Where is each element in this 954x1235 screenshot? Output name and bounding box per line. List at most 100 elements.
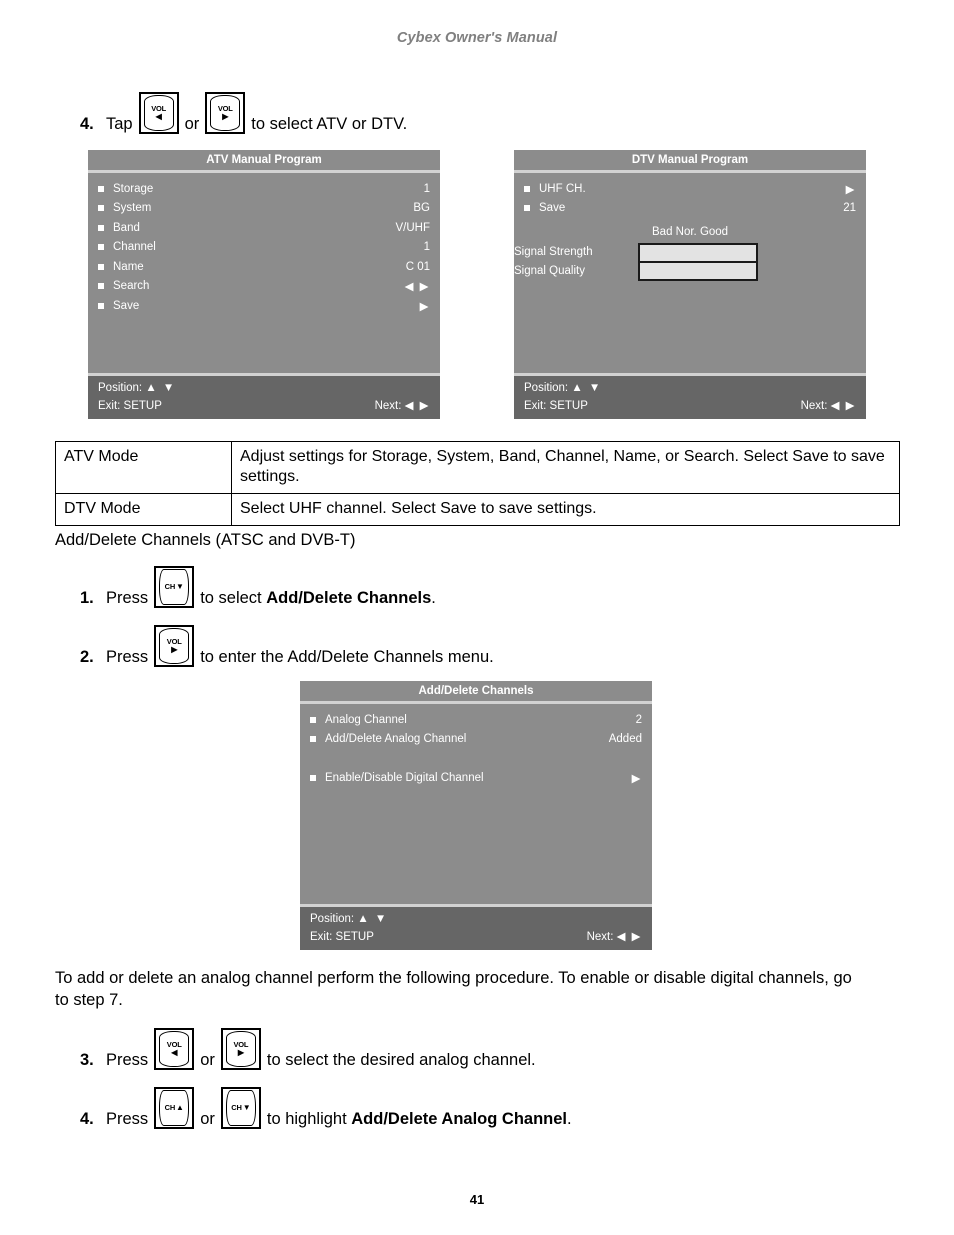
atv-row-storage[interactable]: Storage 1 — [98, 179, 430, 199]
addel-row-spacer — [310, 749, 642, 769]
dtv-mode-key: DTV Mode — [55, 493, 232, 526]
dtv-footer-next-label: Next: — [800, 400, 828, 412]
step-text-post: to enter the Add/Delete Channels menu. — [200, 648, 494, 666]
ch-down-arrow-icon: ▼ — [176, 582, 184, 591]
add-delete-channels-panel: Add/Delete Channels Analog Channel 2 Add… — [300, 681, 652, 950]
addel-footer-exit: Exit: SETUP — [310, 931, 374, 943]
vol-right-arrow-icon: ▶ — [222, 112, 229, 122]
dtv-footer-next: Next: ◀ ▶ — [801, 397, 856, 415]
atv-row-label: Band — [113, 221, 140, 234]
dtv-footer-position-label: Position: — [524, 382, 569, 394]
step-4-bottom: 4. Press CH ▲ or CH ▼ to highlight Add/D… — [80, 1087, 572, 1130]
dtv-panel-title: DTV Manual Program — [514, 150, 866, 170]
atv-panel-body: Storage 1 System BG Band V/UHF Channel 1… — [88, 173, 440, 373]
bullet-icon — [524, 205, 530, 212]
atv-row-value: V/UHF — [395, 221, 431, 234]
table-row: DTV Mode Select UHF channel. Select Save… — [55, 493, 900, 526]
atv-panel-footer: Position: ▲ ▼ Exit: SETUP Next: ◀ ▶ — [88, 376, 440, 419]
bullet-icon — [310, 716, 316, 723]
atv-row-search[interactable]: Search ◀ ▶ — [98, 277, 430, 297]
ch-down-key-label: CH — [164, 582, 176, 592]
dtv-row-value: 21 — [843, 202, 856, 215]
step-text-pre: Press — [106, 648, 149, 666]
dtv-panel-body: UHF CH. ▶ Save 21 Bad Nor. Good Signal S… — [514, 173, 866, 373]
vol-right-arrow-icon: ▶ — [171, 645, 178, 655]
step-number: 1. — [80, 589, 94, 607]
vol-right-key-icon: VOL ▶ — [205, 92, 246, 134]
bullet-icon — [98, 263, 104, 270]
step-text-bold: Add/Delete Analog Channel — [351, 1110, 568, 1128]
bullet-icon — [98, 185, 104, 192]
step-text-tail: . — [431, 589, 436, 607]
atv-row-label: Storage — [113, 182, 154, 195]
addel-row-label: Analog Channel — [325, 713, 407, 726]
step-1: 1. Press CH ▼ to select Add/Delete Chann… — [80, 566, 436, 609]
step-text-pre: Press — [106, 1051, 149, 1069]
step-text-mid: or — [200, 1051, 215, 1069]
vol-left-key-label: VOL — [151, 103, 167, 113]
step-text-post: to highlight Add/Delete Analog Channel. — [261, 1110, 572, 1130]
atv-row-label: Save — [113, 299, 140, 312]
atv-footer-position: Position: ▲ ▼ — [98, 379, 176, 397]
signal-quality-bar — [638, 262, 758, 281]
dtv-row-label: UHF CH. — [539, 182, 586, 195]
atv-row-value: ▶ — [419, 300, 430, 313]
atv-row-label: Channel — [113, 241, 156, 254]
running-head: Cybex Owner's Manual — [396, 30, 558, 46]
bullet-icon — [98, 302, 104, 309]
vol-right-key-label: VOL — [166, 636, 182, 646]
step-2: 2. Press VOL ▶ to enter the Add/Delete C… — [80, 625, 494, 668]
ch-up-arrow-icon: ▲ — [176, 1103, 184, 1112]
dtv-row-save[interactable]: Save 21 — [524, 199, 856, 219]
atv-row-save[interactable]: Save ▶ — [98, 296, 430, 316]
vol-right-key-label: VOL — [233, 1039, 249, 1049]
step-text-post: to select the desired analog channel. — [266, 1051, 536, 1069]
addel-row-add-delete-analog[interactable]: Add/Delete Analog Channel Added — [310, 730, 642, 750]
step-number: 3. — [80, 1051, 94, 1069]
vol-left-arrow-icon: ◀ — [155, 112, 162, 122]
bullet-icon — [98, 224, 104, 231]
addel-row-enable-disable-digital[interactable]: Enable/Disable Digital Channel ▶ — [310, 769, 642, 789]
bullet-icon — [98, 205, 104, 212]
updown-arrows-icon: ▲ ▼ — [357, 913, 388, 925]
ch-down-key-label: CH — [231, 1103, 242, 1113]
atv-row-value: BG — [413, 202, 430, 215]
atv-row-channel[interactable]: Channel 1 — [98, 238, 430, 258]
step-text-pre: Press — [106, 1110, 149, 1128]
addel-row-analog-channel[interactable]: Analog Channel 2 — [310, 710, 642, 730]
updown-arrows-icon: ▲ ▼ — [145, 382, 176, 394]
addel-panel-title: Add/Delete Channels — [300, 681, 652, 701]
atv-mode-desc: Adjust settings for Storage, System, Ban… — [231, 441, 900, 494]
leftright-arrows-icon: ◀ ▶ — [830, 400, 856, 412]
page-number: 41 — [469, 1192, 485, 1207]
step-text-pre: Tap — [106, 115, 133, 133]
addel-row-label: Add/Delete Analog Channel — [325, 733, 467, 746]
step-4-top: 4. Tap VOL ◀ or VOL ▶ to select ATV or D… — [80, 92, 407, 135]
atv-row-system[interactable]: System BG — [98, 199, 430, 219]
vol-right-key-label: VOL — [217, 103, 233, 113]
atv-footer-next: Next: ◀ ▶ — [375, 397, 430, 415]
atv-row-name[interactable]: Name C 01 — [98, 257, 430, 277]
step-number: 4. — [80, 115, 94, 133]
dtv-row-uhf-ch[interactable]: UHF CH. ▶ — [524, 179, 856, 199]
addel-footer-next: Next: ◀ ▶ — [587, 928, 642, 946]
atv-mode-key: ATV Mode — [55, 441, 232, 494]
vol-left-key-icon: VOL ◀ — [154, 1028, 195, 1070]
dtv-row-label: Save — [539, 202, 566, 215]
ch-down-key-icon: CH ▼ — [154, 566, 195, 608]
atv-row-band[interactable]: Band V/UHF — [98, 218, 430, 238]
atv-manual-program-panel: ATV Manual Program Storage 1 System BG B… — [88, 150, 440, 419]
dtv-panel-footer: Position: ▲ ▼ Exit: SETUP Next: ◀ ▶ — [514, 376, 866, 419]
atv-row-label: System — [113, 202, 152, 215]
table-row: ATV Mode Adjust settings for Storage, Sy… — [55, 441, 900, 494]
atv-footer-position-label: Position: — [98, 382, 143, 394]
addel-panel-body: Analog Channel 2 Add/Delete Analog Chann… — [300, 704, 652, 904]
atv-row-value: ◀ ▶ — [404, 281, 430, 294]
section-heading: Add/Delete Channels (ATSC and DVB-T) — [55, 531, 356, 549]
mode-description-table: ATV Mode Adjust settings for Storage, Sy… — [55, 441, 900, 526]
dtv-footer-position: Position: ▲ ▼ — [524, 379, 602, 397]
dtv-row-value: ▶ — [845, 183, 856, 196]
vol-left-key-label: VOL — [166, 1039, 182, 1049]
addel-footer-position: Position: ▲ ▼ — [310, 910, 388, 928]
signal-scale-labels: Bad Nor. Good — [652, 226, 729, 238]
